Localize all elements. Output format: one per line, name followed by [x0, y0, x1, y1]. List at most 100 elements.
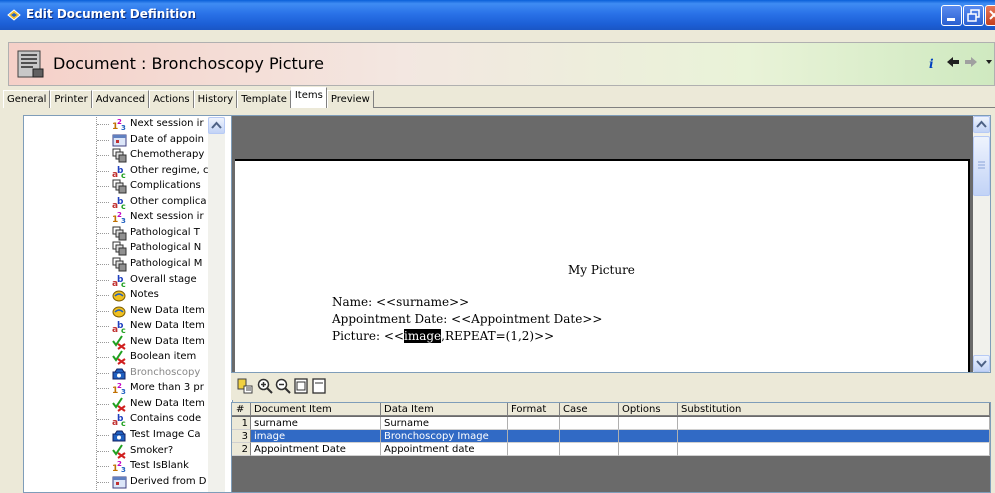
back-arrow-icon[interactable] — [946, 56, 960, 68]
zoom-out-icon[interactable] — [275, 378, 291, 394]
info-icon[interactable]: i — [929, 57, 941, 73]
tree-item-label: Bronchoscopy — [130, 366, 201, 378]
tree-item[interactable]: New Data Item — [24, 396, 208, 412]
cell-format[interactable] — [508, 417, 560, 430]
cell-document-item[interactable]: Appointment Date — [251, 443, 381, 456]
fit-page-icon[interactable] — [293, 378, 309, 394]
tree-item[interactable]: a b c New Data Item — [24, 319, 208, 335]
table-row[interactable]: 2 Appointment Date Appointment date — [232, 443, 990, 456]
tree-item[interactable]: Chemotherapy — [24, 148, 208, 164]
category-icon — [112, 241, 127, 256]
tab-general[interactable]: General — [3, 90, 51, 108]
cell-format[interactable] — [508, 443, 560, 456]
scroll-up-button[interactable] — [208, 117, 225, 134]
tree-item[interactable]: Pathological T — [24, 225, 208, 241]
tab-preview[interactable]: Preview — [326, 90, 374, 108]
tab-advanced[interactable]: Advanced — [91, 90, 150, 108]
tree-item-label: Test Image Ca — [130, 429, 201, 440]
tree-item[interactable]: Boolean item — [24, 350, 208, 366]
cell-substitution[interactable] — [678, 430, 990, 443]
chevron-down-icon[interactable] — [984, 56, 994, 68]
cell-data-item[interactable]: Appointment date — [381, 443, 508, 456]
zoom-in-icon[interactable] — [257, 378, 273, 394]
cell-data-item[interactable]: Bronchoscopy Image — [381, 430, 508, 443]
table-row[interactable]: 1 surname Surname — [232, 417, 990, 430]
cell-data-item[interactable]: Surname — [381, 417, 508, 430]
tree-item[interactable]: a b c Other complica — [24, 194, 208, 210]
tree-connector — [96, 365, 109, 381]
tree-item[interactable]: Notes — [24, 288, 208, 304]
tab-actions[interactable]: Actions — [149, 90, 194, 108]
cell-num[interactable]: 1 — [232, 417, 251, 430]
forward-arrow-icon[interactable] — [964, 56, 978, 68]
tree-item[interactable]: New Data Item — [24, 303, 208, 319]
preview-scrollbar[interactable] — [973, 116, 990, 372]
cell-options[interactable] — [619, 443, 678, 456]
tab-history[interactable]: History — [193, 90, 238, 108]
column-header-case[interactable]: Case — [560, 403, 619, 416]
cell-format[interactable] — [508, 430, 560, 443]
column-header-data-item[interactable]: Data Item — [381, 403, 508, 416]
table-row[interactable]: 3 image Bronchoscopy Image — [232, 430, 990, 443]
tree-scrollbar[interactable] — [208, 117, 225, 492]
tree-item[interactable]: Date of appoin — [24, 132, 208, 148]
tree-item[interactable]: 1 2 3 Next session ir — [24, 117, 208, 132]
numeric-icon: 123 — [112, 210, 127, 225]
column-header-substitution[interactable]: Substitution — [678, 403, 990, 416]
notes-icon — [112, 304, 127, 319]
tree-item-label: Complications — [130, 180, 201, 192]
column-header-format[interactable]: Format — [508, 403, 560, 416]
tree-item[interactable]: Derived from D — [24, 474, 208, 490]
tree-item[interactable]: Bronchoscopy — [24, 365, 208, 381]
fields-icon[interactable] — [237, 378, 253, 394]
tree-item[interactable]: 1 2 3 More than 3 pr — [24, 381, 208, 397]
tree-item[interactable]: Smoker? — [24, 443, 208, 459]
column-header-num[interactable]: # — [232, 403, 251, 416]
cell-case[interactable] — [560, 430, 619, 443]
cell-options[interactable] — [619, 430, 678, 443]
image-icon — [112, 428, 127, 443]
tree-item[interactable]: Pathological N — [24, 241, 208, 257]
tree-item[interactable]: Pathological M — [24, 256, 208, 272]
preview-scroll-up-button[interactable] — [973, 116, 990, 133]
cell-substitution[interactable] — [678, 443, 990, 456]
cell-num[interactable]: 3 — [232, 430, 251, 443]
tree-item[interactable]: Complications — [24, 179, 208, 195]
preview-scroll-down-button[interactable] — [973, 355, 990, 372]
data-item-tree[interactable]: 1 2 3 Next session ir Date of appoin Chemothe… — [23, 115, 233, 493]
column-header-document-item[interactable]: Document Item — [251, 403, 381, 416]
cell-case[interactable] — [560, 417, 619, 430]
cell-num[interactable]: 2 — [232, 443, 251, 456]
tree-item[interactable]: 1 2 3 Next session ir — [24, 210, 208, 226]
cell-options[interactable] — [619, 417, 678, 430]
picture-field-highlight[interactable]: image — [404, 329, 442, 343]
cell-document-item[interactable]: surname — [251, 417, 381, 430]
close-button[interactable] — [985, 5, 995, 26]
tab-items[interactable]: Items — [290, 87, 327, 108]
cell-document-item[interactable]: image — [251, 430, 381, 443]
tree-item[interactable]: a b c Contains code — [24, 412, 208, 428]
tab-template[interactable]: Template — [237, 90, 291, 108]
title-bar[interactable]: Edit Document Definition — [0, 0, 995, 30]
cell-substitution[interactable] — [678, 417, 990, 430]
preview-scroll-thumb[interactable] — [973, 136, 990, 196]
tree-connector — [96, 288, 109, 304]
tree-item[interactable]: Test Image Ca — [24, 428, 208, 443]
restore-button[interactable] — [963, 5, 984, 26]
item-mapping-table[interactable]: # Document Item Data Item Format Case Op… — [231, 402, 991, 493]
tree-item[interactable]: New Data Item — [24, 334, 208, 350]
text-icon: abc — [112, 164, 127, 179]
tree-connector — [96, 428, 109, 443]
tab-printer[interactable]: Printer — [50, 90, 92, 108]
actual-size-icon[interactable] — [311, 378, 327, 394]
tree-connector — [96, 443, 109, 459]
tree-connector — [96, 474, 109, 490]
tree-item[interactable]: 1 2 3 Test IsBlank — [24, 459, 208, 475]
column-header-options[interactable]: Options — [619, 403, 678, 416]
cell-case[interactable] — [560, 443, 619, 456]
minimize-button[interactable] — [941, 5, 962, 26]
tree-item[interactable]: a b c Other regime, c — [24, 163, 208, 179]
document-preview[interactable]: My Picture Name: <<surname>> Appointment… — [231, 115, 991, 373]
tree-connector — [96, 334, 109, 350]
tree-item[interactable]: a b c Overall stage — [24, 272, 208, 288]
